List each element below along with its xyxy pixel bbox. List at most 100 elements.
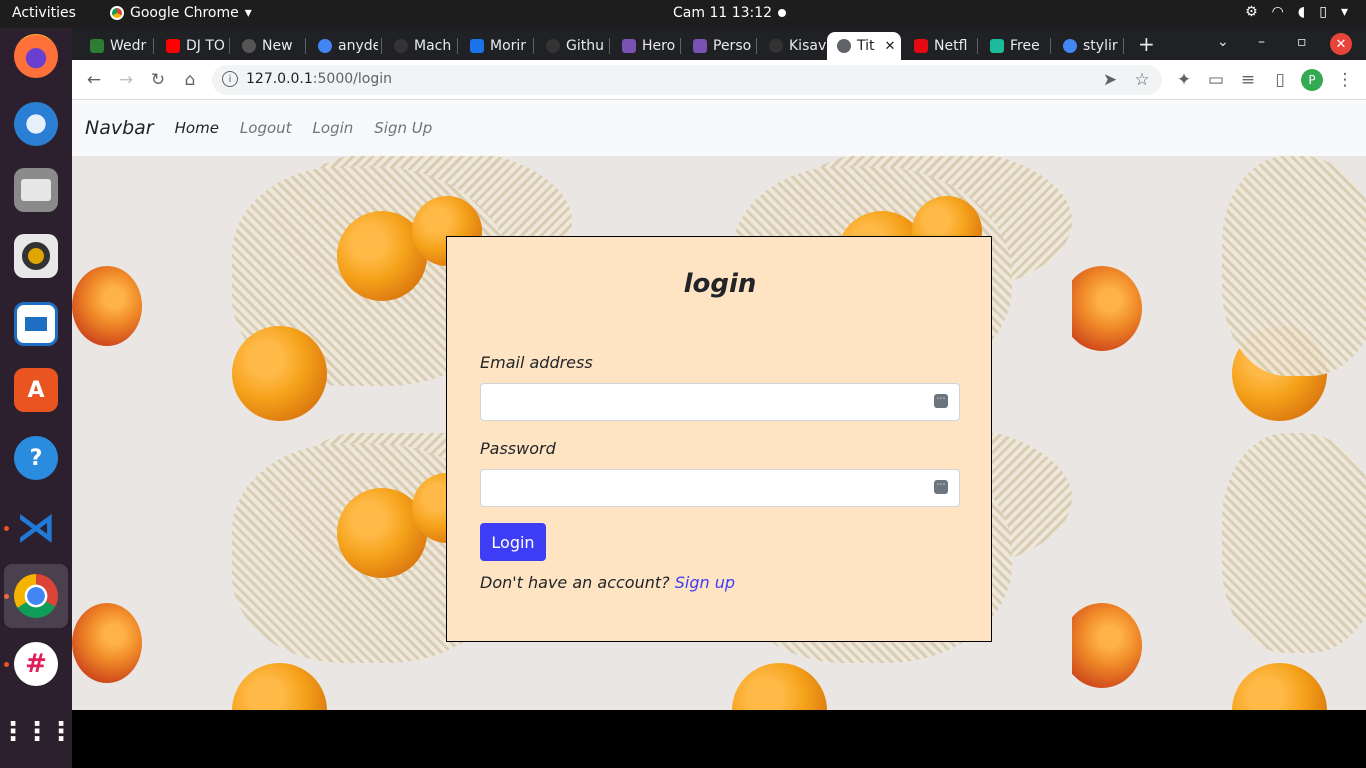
tab-label: stylir bbox=[1083, 38, 1118, 54]
home-button[interactable]: ⌂ bbox=[178, 68, 202, 92]
netflix-icon bbox=[914, 39, 928, 53]
bookmark-star-icon[interactable]: ☆ bbox=[1130, 68, 1154, 92]
signup-prompt-text: Don't have an account? bbox=[480, 573, 670, 592]
tab-label: anyde bbox=[338, 38, 378, 54]
tab[interactable]: Githu bbox=[536, 32, 606, 60]
tab[interactable]: anyde bbox=[308, 32, 378, 60]
tab-label: DJ TO bbox=[186, 38, 225, 54]
tab-label: Morir bbox=[490, 38, 527, 54]
tab-label: Githu bbox=[566, 38, 604, 54]
tab-separator bbox=[533, 38, 534, 54]
heroku-icon bbox=[622, 39, 636, 53]
github-icon bbox=[769, 39, 783, 53]
tab-strip: Wedr DJ TO New anyde Mach Morir Githu He… bbox=[72, 28, 1366, 60]
email-field[interactable]: ⋯ bbox=[480, 383, 960, 421]
tab[interactable]: Netfl bbox=[904, 32, 974, 60]
nav-link-home[interactable]: Home bbox=[175, 119, 219, 137]
tab[interactable]: New bbox=[232, 32, 302, 60]
navbar-brand[interactable]: Navbar bbox=[85, 117, 154, 139]
dock-show-apps[interactable]: ⋮⋮⋮ bbox=[0, 708, 74, 756]
tab[interactable]: stylir bbox=[1053, 32, 1123, 60]
minimize-button[interactable]: – bbox=[1258, 34, 1265, 50]
url-text[interactable]: 127.0.0.1:5000/login bbox=[246, 71, 392, 87]
tab[interactable]: Free bbox=[980, 32, 1050, 60]
dock-ubuntu-software[interactable]: A bbox=[12, 366, 60, 414]
tab[interactable]: Wedr bbox=[80, 32, 150, 60]
tab-label: Mach bbox=[414, 38, 452, 54]
dock-libreoffice-writer[interactable] bbox=[12, 300, 60, 348]
autofill-icon[interactable]: ⋯ bbox=[934, 394, 948, 408]
tab[interactable]: Hero bbox=[612, 32, 682, 60]
tab-favicon bbox=[242, 39, 256, 53]
dock-firefox[interactable] bbox=[12, 32, 60, 80]
vscode-icon: ⋊ bbox=[16, 505, 56, 551]
email-label: Email address bbox=[480, 353, 593, 372]
tab[interactable]: Kisav bbox=[759, 32, 827, 60]
dock-vscode[interactable]: ⋊ bbox=[12, 504, 60, 552]
send-tab-icon[interactable]: ➤ bbox=[1098, 68, 1122, 92]
signup-link[interactable]: Sign up bbox=[675, 573, 735, 592]
site-info-icon[interactable]: i bbox=[222, 71, 238, 87]
chrome-menu-icon[interactable]: ⋮ bbox=[1333, 68, 1357, 92]
dock-chrome[interactable] bbox=[4, 564, 68, 628]
firefox-icon bbox=[14, 34, 58, 78]
tab-active[interactable]: Tit ✕ bbox=[827, 32, 901, 60]
nav-link-login[interactable]: Login bbox=[313, 119, 354, 137]
heroku-icon bbox=[693, 39, 707, 53]
clock[interactable]: Cam 11 13:12 bbox=[673, 5, 772, 21]
chevron-down-icon: ▾ bbox=[244, 5, 252, 21]
new-tab-button[interactable]: + bbox=[1138, 32, 1155, 56]
tab-separator bbox=[229, 38, 230, 54]
rhythmbox-icon bbox=[14, 234, 58, 278]
profile-avatar[interactable]: P bbox=[1301, 69, 1323, 91]
nav-link-signup[interactable]: Sign Up bbox=[374, 119, 432, 137]
reload-button[interactable]: ↻ bbox=[146, 68, 170, 92]
tab[interactable]: DJ TO bbox=[156, 32, 226, 60]
media-controls-icon[interactable]: ≡ bbox=[1236, 68, 1260, 92]
tab-search-button[interactable]: ⌄ bbox=[1217, 34, 1229, 50]
dock-thunderbird[interactable] bbox=[12, 100, 60, 148]
system-top-bar: Activities Google Chrome ▾ Cam 11 13:12 … bbox=[0, 0, 1366, 28]
password-field[interactable]: ⋯ bbox=[480, 469, 960, 507]
youtube-icon bbox=[166, 39, 180, 53]
running-indicator bbox=[4, 526, 9, 531]
tab-separator bbox=[1123, 38, 1124, 54]
tab[interactable]: Mach bbox=[384, 32, 454, 60]
tab-label: Netfl bbox=[934, 38, 968, 54]
cast-icon[interactable]: ▭ bbox=[1204, 68, 1228, 92]
forward-button[interactable]: → bbox=[114, 68, 138, 92]
tab-label: Wedr bbox=[110, 38, 147, 54]
system-tray[interactable]: ⚙ ◠ ◖ ▯ ▾ bbox=[1245, 4, 1348, 20]
tab-close-icon[interactable]: ✕ bbox=[885, 39, 896, 54]
tab-separator bbox=[1050, 38, 1051, 54]
globe-icon bbox=[837, 39, 851, 53]
tab[interactable]: Morir bbox=[460, 32, 530, 60]
dock-files[interactable] bbox=[12, 166, 60, 214]
chrome-icon bbox=[110, 6, 124, 20]
activities-button[interactable]: Activities bbox=[12, 5, 76, 21]
github-icon bbox=[394, 39, 408, 53]
tab-separator bbox=[680, 38, 681, 54]
back-button[interactable]: ← bbox=[82, 68, 106, 92]
tab-label: Kisav bbox=[789, 38, 827, 54]
background-tile bbox=[1072, 156, 1366, 433]
extensions-icon[interactable]: ✦ bbox=[1172, 68, 1196, 92]
calendar-icon bbox=[470, 39, 484, 53]
dock-help[interactable]: ? bbox=[12, 434, 60, 482]
maximize-button[interactable]: ▫ bbox=[1297, 34, 1307, 50]
address-bar[interactable]: i 127.0.0.1:5000/login ➤ ☆ bbox=[212, 65, 1162, 95]
login-button[interactable]: Login bbox=[480, 523, 546, 561]
dock-slack[interactable]: # bbox=[12, 640, 60, 688]
close-window-button[interactable]: ✕ bbox=[1330, 33, 1352, 55]
dock-rhythmbox[interactable] bbox=[12, 232, 60, 280]
tab-favicon bbox=[90, 39, 104, 53]
tab[interactable]: Perso bbox=[683, 32, 753, 60]
wifi-icon: ◠ bbox=[1271, 4, 1284, 20]
side-panel-icon[interactable]: ▯ bbox=[1268, 68, 1292, 92]
nav-link-logout[interactable]: Logout bbox=[240, 119, 292, 137]
autofill-icon[interactable]: ⋯ bbox=[934, 480, 948, 494]
app-menu[interactable]: Google Chrome ▾ bbox=[110, 5, 252, 21]
browser-toolbar: ← → ↻ ⌂ i 127.0.0.1:5000/login ➤ ☆ ✦ ▭ ≡… bbox=[72, 60, 1366, 100]
tab-separator bbox=[153, 38, 154, 54]
tab-label: Tit bbox=[857, 38, 875, 54]
